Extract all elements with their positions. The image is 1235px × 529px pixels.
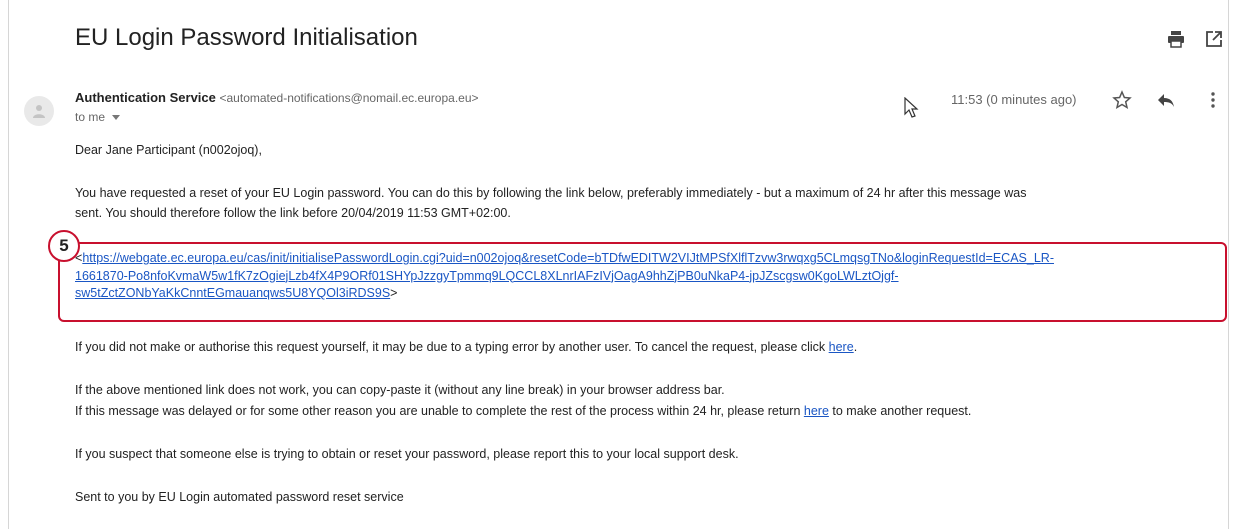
reply-icon[interactable]	[1156, 90, 1176, 110]
reset-link-part-1: https://webgate.ec.europa.eu/cas/init/in…	[82, 251, 1054, 265]
cancel-paragraph: If you did not make or authorise this re…	[75, 340, 857, 354]
delayed-end: to make another request.	[828, 404, 972, 418]
email-timestamp: 11:53 (0 minutes ago)	[951, 92, 1077, 107]
reset-link-part-2: 1661870-Po8nfoKvmaW5w1fK7zOgiejLzb4fX4P9…	[75, 268, 899, 283]
star-icon[interactable]	[1112, 90, 1132, 110]
sender-name: Authentication Service	[75, 90, 216, 105]
suspect-paragraph: If you suspect that someone else is tryi…	[75, 447, 739, 461]
mouse-pointer-icon	[904, 97, 919, 118]
person-icon	[33, 105, 45, 118]
print-icon[interactable]	[1166, 29, 1186, 49]
cancel-end: .	[853, 340, 858, 354]
copy-paste-text: If the above mentioned link does not wor…	[75, 383, 725, 397]
open-in-new-window-icon[interactable]	[1204, 29, 1224, 49]
reset-link-block: <https://webgate.ec.europa.eu/cas/init/i…	[75, 250, 1223, 303]
sender-email: <automated-notifications@nomail.ec.europ…	[219, 91, 479, 105]
chevron-down-icon	[112, 114, 121, 120]
reset-password-link[interactable]: https://webgate.ec.europa.eu/cas/init/in…	[75, 251, 1054, 300]
cancel-request-link[interactable]: here	[829, 340, 854, 354]
cancel-text: If you did not make or authorise this re…	[75, 340, 829, 354]
link-close-bracket: >	[390, 286, 398, 300]
email-subject: EU Login Password Initialisation	[75, 24, 418, 51]
greeting: Dear Jane Participant (n002ojoq),	[75, 143, 262, 157]
sender-avatar	[24, 96, 54, 126]
recipient-label: to me	[75, 110, 106, 124]
sender-line: Authentication Service <automated-notifi…	[75, 90, 479, 105]
delayed-text: If this message was delayed or for some …	[75, 404, 804, 418]
recipient-details-toggle[interactable]: to me	[75, 110, 121, 124]
reset-request-text-line2: sent. You should therefore follow the li…	[75, 206, 511, 220]
signoff: Sent to you by EU Login automated passwo…	[75, 490, 404, 504]
delayed-paragraph: If this message was delayed or for some …	[75, 404, 971, 418]
new-request-link[interactable]: here	[804, 404, 829, 418]
reset-link-part-3: sw5tZctZONbYaKkCnntEGmauanqws5U8YQOl3iRD…	[75, 286, 391, 300]
reset-request-text-line1: You have requested a reset of your EU Lo…	[75, 186, 1027, 200]
more-vertical-icon[interactable]	[1203, 90, 1223, 110]
